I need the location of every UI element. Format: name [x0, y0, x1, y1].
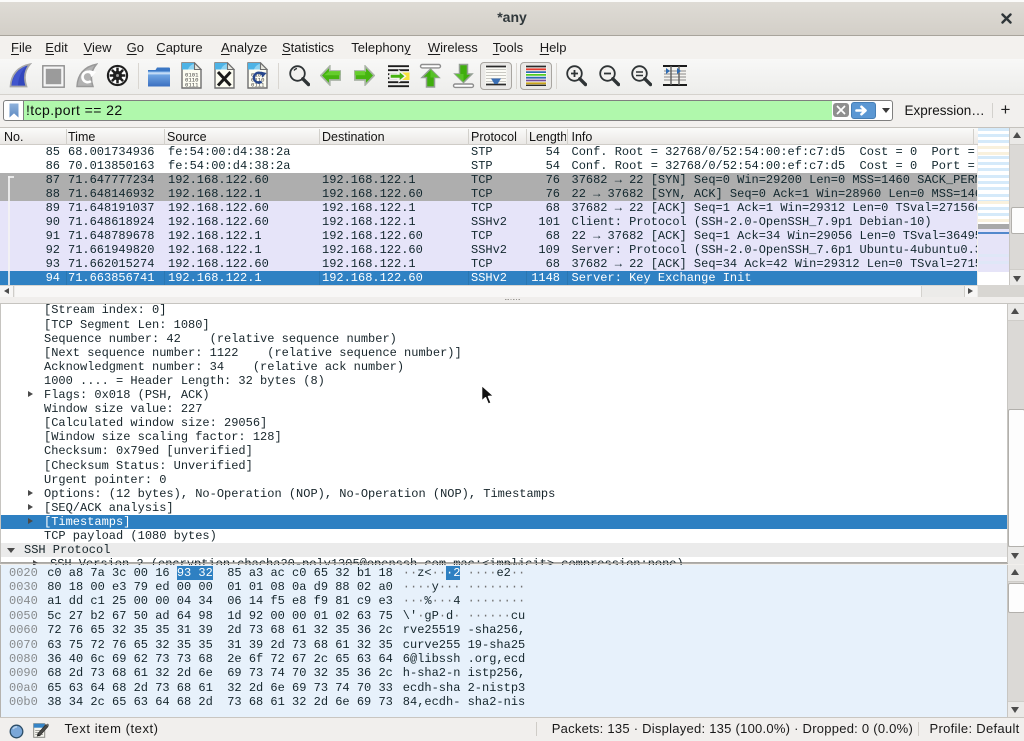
svg-text:0111: 0111 — [185, 82, 199, 89]
